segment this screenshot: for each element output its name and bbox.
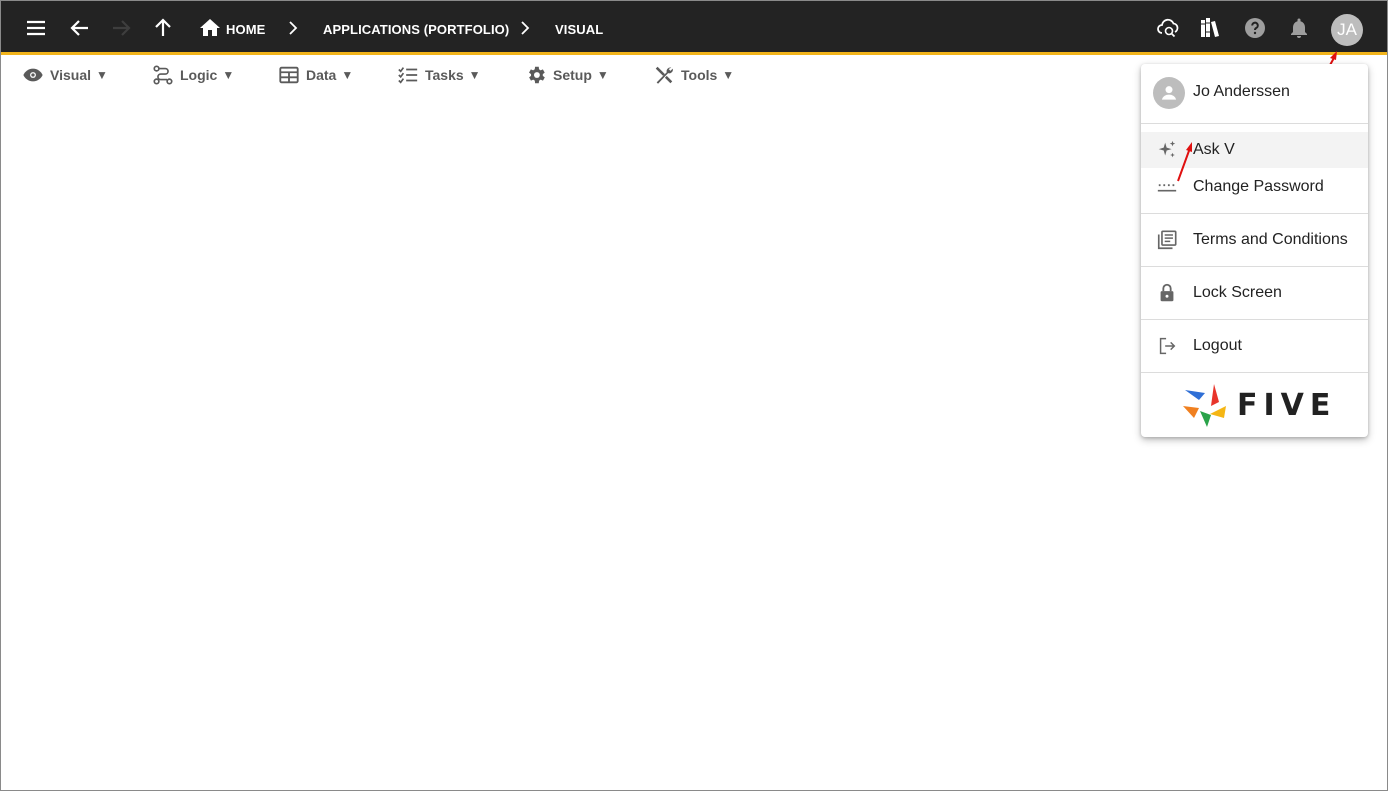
divider (1141, 319, 1368, 320)
cloud-sync-icon[interactable] (1156, 16, 1180, 40)
forward-arrow-icon (109, 16, 133, 40)
menu-item-terms-label: Terms and Conditions (1193, 231, 1348, 248)
back-arrow-icon[interactable] (68, 16, 92, 40)
menu-visual-label: Visual (50, 67, 91, 83)
menu-setup[interactable]: Setup ▼ (525, 64, 609, 86)
menu-item-logout[interactable]: Logout (1141, 327, 1368, 365)
menu-tasks[interactable]: Tasks ▼ (397, 64, 481, 86)
chevron-right-icon (289, 21, 298, 35)
caret-down-icon: ▼ (596, 68, 609, 82)
top-app-bar: HOME APPLICATIONS (PORTFOLIO) VISUAL JA (1, 1, 1387, 55)
menu-item-change-password-label: Change Password (1193, 178, 1324, 195)
help-icon[interactable] (1243, 16, 1267, 40)
caret-down-icon: ▼ (468, 68, 481, 82)
user-name: Jo Anderssen (1193, 83, 1290, 100)
person-icon (1161, 85, 1177, 100)
menu-logic[interactable]: Logic ▼ (152, 64, 234, 86)
caret-down-icon: ▼ (341, 68, 354, 82)
menu-tasks-label: Tasks (425, 67, 464, 83)
divider (1141, 266, 1368, 267)
menu-setup-label: Setup (553, 67, 592, 83)
menu-item-terms[interactable]: Terms and Conditions (1141, 221, 1368, 259)
home-icon[interactable] (198, 16, 222, 40)
tools-icon (655, 66, 673, 84)
breadcrumb-visual[interactable]: VISUAL (555, 22, 603, 37)
menu-tools-label: Tools (681, 67, 718, 83)
menu-item-lock-screen-label: Lock Screen (1193, 284, 1282, 301)
menu-logic-label: Logic (180, 67, 218, 83)
user-menu-dropdown: Jo Anderssen Ask V Change Password Terms… (1141, 64, 1368, 437)
avatar (1153, 76, 1185, 109)
menu-item-ask-v-label: Ask V (1193, 141, 1235, 158)
table-icon (279, 66, 299, 84)
caret-down-icon: ▼ (96, 68, 108, 82)
up-arrow-icon[interactable] (151, 16, 175, 40)
menu-tools[interactable]: Tools ▼ (653, 64, 734, 86)
checklist-icon (398, 67, 418, 84)
breadcrumb-home[interactable]: HOME (226, 22, 265, 37)
menu-item-logout-label: Logout (1193, 337, 1242, 354)
divider (1141, 123, 1368, 124)
breadcrumb-applications[interactable]: APPLICATIONS (PORTFOLIO) (323, 22, 509, 37)
logout-icon (1155, 334, 1179, 358)
caret-down-icon: ▼ (722, 68, 735, 82)
divider (1141, 213, 1368, 214)
flow-icon (153, 65, 173, 85)
menu-data[interactable]: Data ▼ (278, 64, 353, 86)
menu-visual[interactable]: Visual ▼ (22, 64, 108, 86)
five-logo-text: FIVE (1237, 388, 1336, 423)
menu-data-label: Data (306, 67, 337, 83)
caret-down-icon: ▼ (222, 68, 235, 82)
eye-icon (23, 68, 43, 82)
divider (1141, 372, 1368, 373)
five-logo: FIVE (1181, 382, 1351, 430)
menu-item-lock-screen[interactable]: Lock Screen (1141, 274, 1368, 312)
annotation-arrow (1177, 142, 1192, 182)
gear-icon (529, 66, 545, 84)
menu-icon[interactable] (24, 16, 48, 40)
user-profile-row: Jo Anderssen (1141, 76, 1368, 109)
user-avatar-button[interactable]: JA (1331, 14, 1363, 46)
chevron-right-icon (521, 21, 530, 35)
lock-icon (1155, 281, 1179, 305)
document-icon (1155, 228, 1179, 252)
bell-icon[interactable] (1287, 16, 1311, 40)
library-icon[interactable] (1198, 16, 1222, 40)
toolbar-menu: Visual ▼ Logic ▼ Data ▼ Tasks ▼ Setup ▼ … (1, 58, 1001, 90)
